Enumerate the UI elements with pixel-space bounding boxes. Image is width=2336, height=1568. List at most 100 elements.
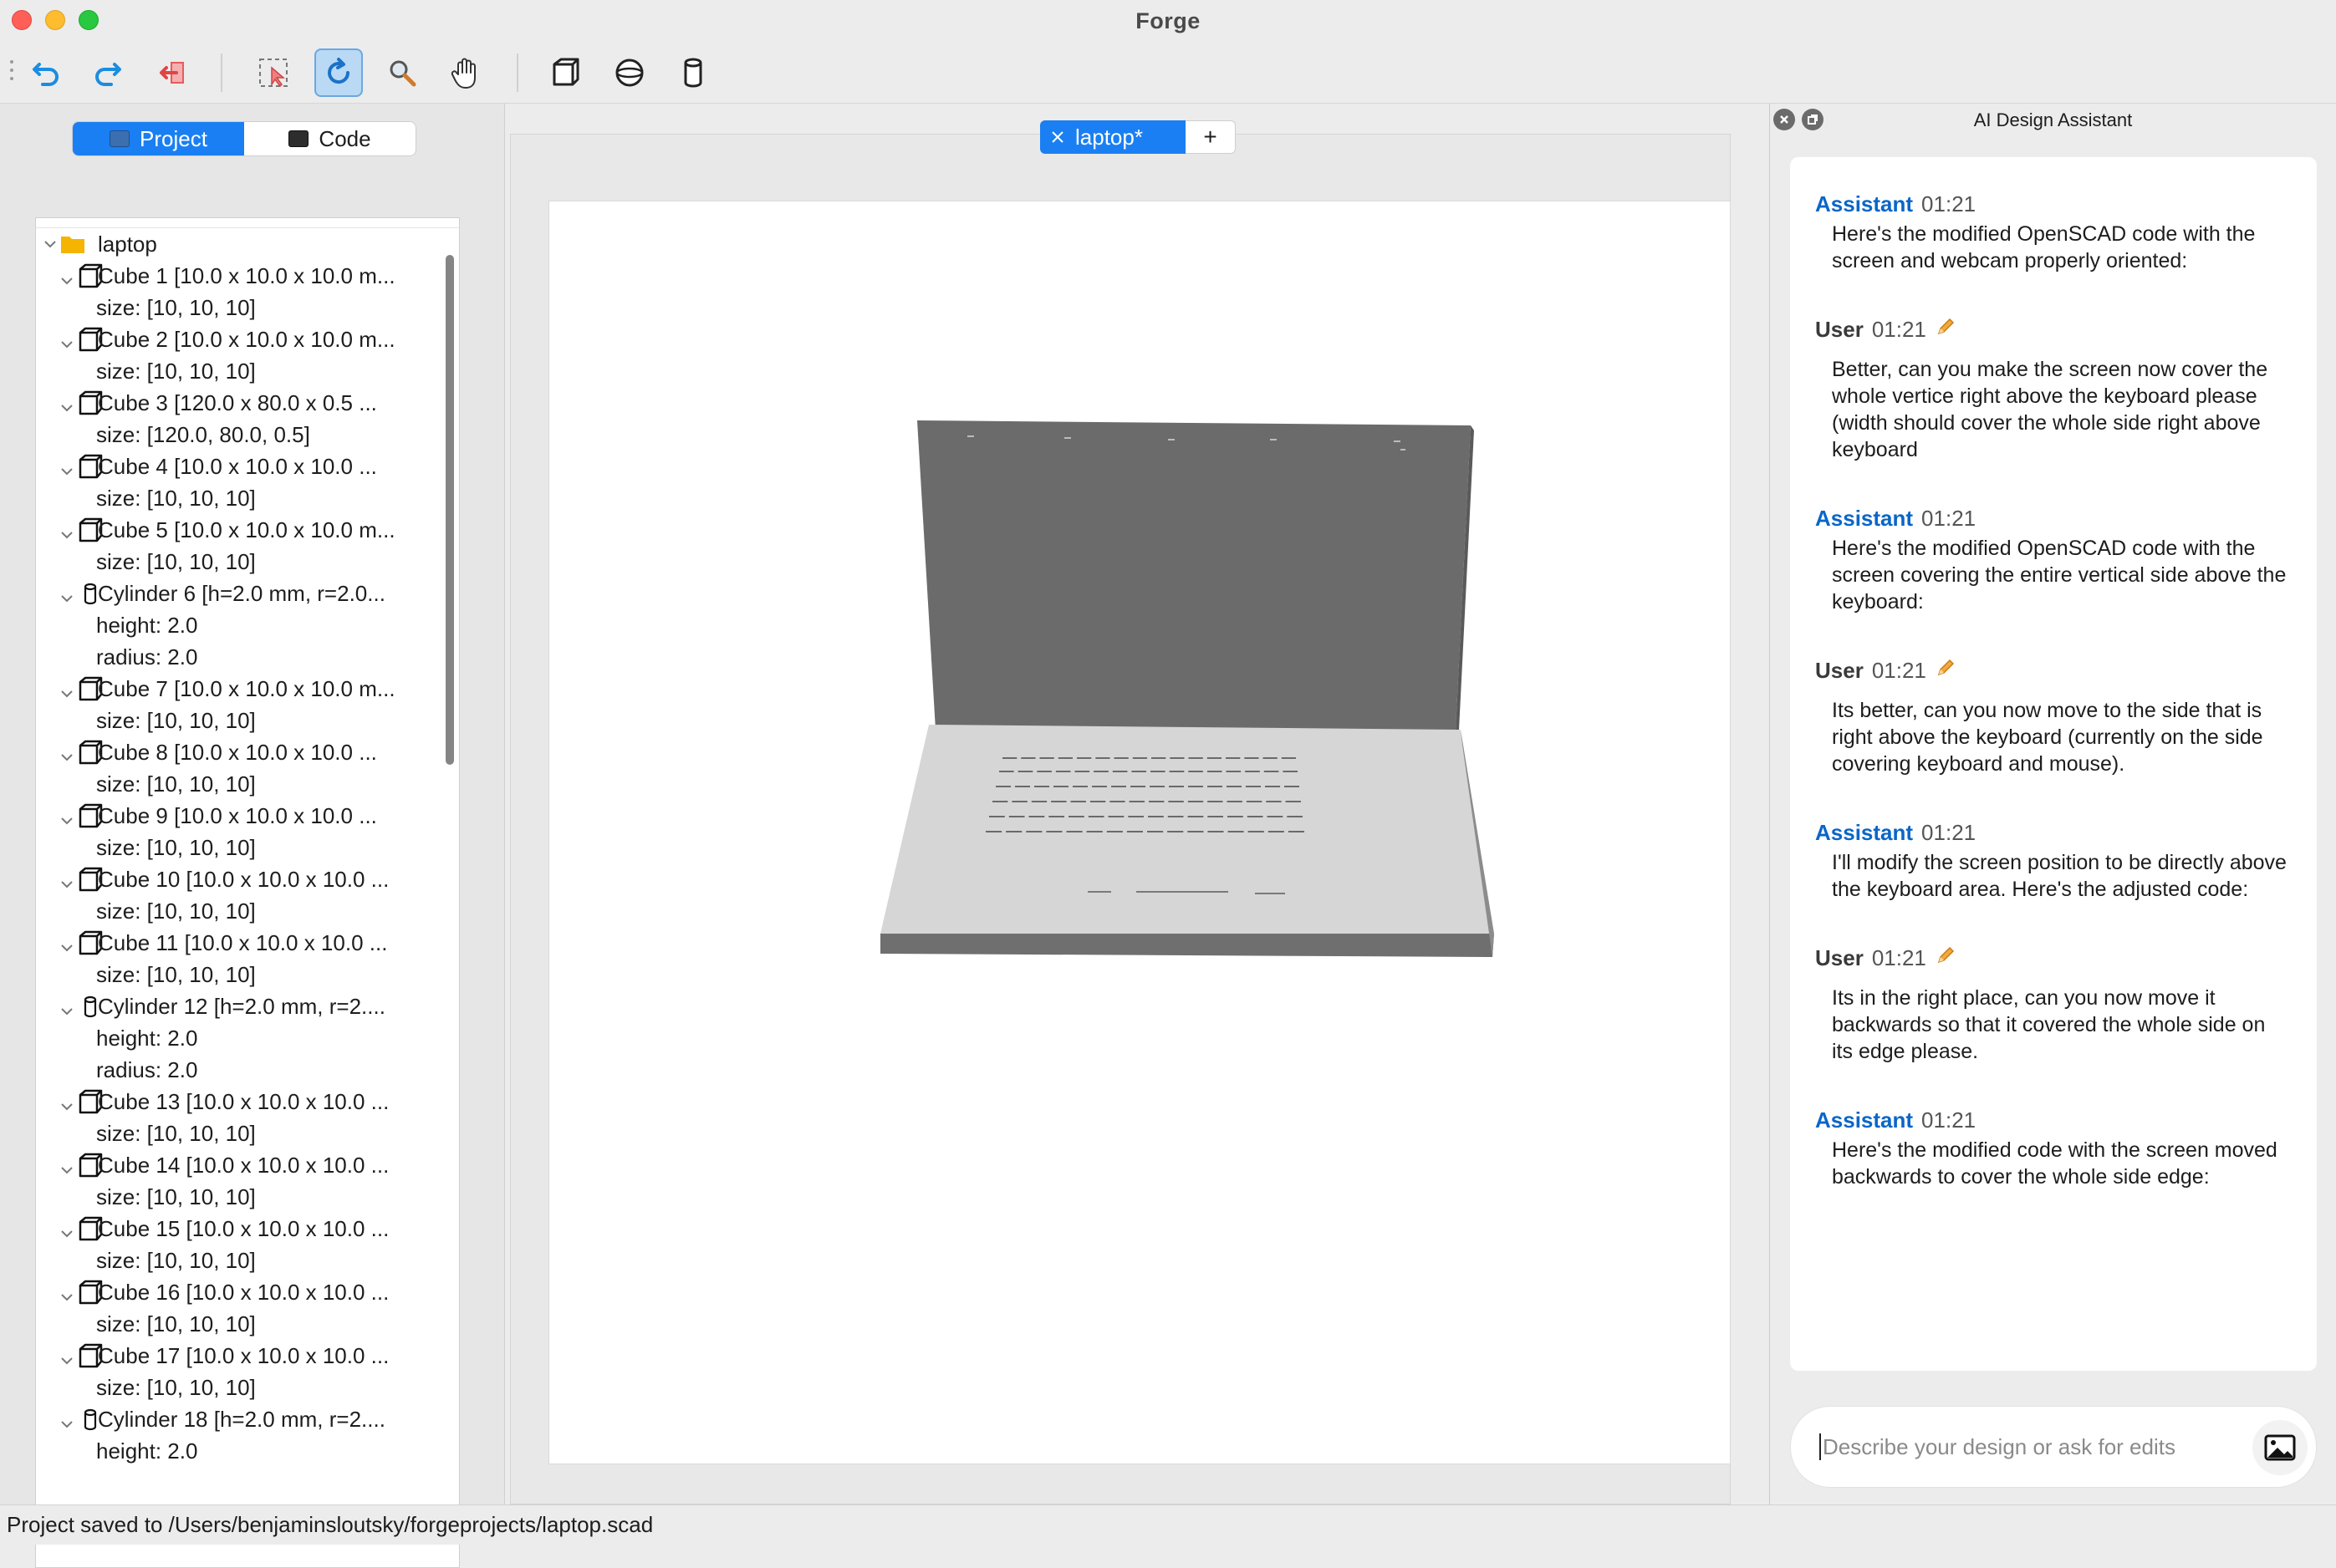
tab-code-label: Code bbox=[319, 125, 371, 151]
user-message: User 01:21 Its in the right place, can you… bbox=[1815, 944, 2292, 1065]
chevron-down-icon[interactable] bbox=[59, 586, 74, 603]
sphere-view-icon bbox=[615, 59, 644, 87]
tree-item-property: size: [120.0, 80.0, 0.5] bbox=[96, 422, 310, 447]
title-bar: Forge bbox=[0, 0, 2336, 42]
edit-pencil-icon[interactable] bbox=[1935, 944, 1956, 972]
chevron-down-icon[interactable] bbox=[59, 459, 74, 476]
pan-button[interactable] bbox=[441, 48, 490, 97]
cube-view-button[interactable] bbox=[542, 48, 590, 97]
float-panel-button[interactable] bbox=[1802, 109, 1823, 130]
tree-item-label: Cube 16 [10.0 x 10.0 x 10.0 ... bbox=[98, 1279, 390, 1305]
add-tab-button[interactable]: + bbox=[1186, 120, 1236, 154]
attach-image-button[interactable] bbox=[2252, 1420, 2308, 1475]
chevron-down-icon[interactable] bbox=[59, 1221, 74, 1238]
tree-item-cube[interactable]: Cube 10 [10.0 x 10.0 x 10.0 ... bbox=[36, 863, 449, 895]
chevron-down-icon[interactable] bbox=[59, 268, 74, 285]
tree-item-property: radius: 2.0 bbox=[96, 1057, 198, 1082]
assistant-header: AI Design Assistant bbox=[1770, 104, 2336, 137]
chevron-down-icon[interactable] bbox=[59, 1412, 74, 1428]
chat-input[interactable]: Describe your design or ask for edits bbox=[1790, 1406, 2317, 1488]
status-bar: Project saved to /Users/benjaminsloutsky… bbox=[0, 1504, 2336, 1545]
chevron-down-icon[interactable] bbox=[59, 999, 74, 1016]
tree-item-cube[interactable]: Cube 17 [10.0 x 10.0 x 10.0 ... bbox=[36, 1340, 449, 1372]
chevron-down-icon[interactable] bbox=[59, 522, 74, 539]
tree-item-property: size: [10, 10, 10] bbox=[96, 835, 256, 860]
tree-item-cube[interactable]: Cube 15 [10.0 x 10.0 x 10.0 ... bbox=[36, 1213, 449, 1245]
tree-item-label: Cube 11 [10.0 x 10.0 x 10.0 ... bbox=[98, 929, 388, 955]
undo-button[interactable] bbox=[22, 48, 70, 97]
minimize-window-button[interactable] bbox=[45, 10, 65, 30]
tree-item-label: Cube 8 [10.0 x 10.0 x 10.0 ... bbox=[98, 739, 377, 765]
pan-hand-icon bbox=[451, 58, 476, 89]
chevron-down-icon[interactable] bbox=[59, 1158, 74, 1174]
tree-item-cylinder[interactable]: Cylinder 12 [h=2.0 mm, r=2.... bbox=[36, 990, 449, 1022]
chat-history[interactable]: Assistant 01:21 Here's the modified OpenSC… bbox=[1790, 157, 2317, 1371]
tab-project[interactable]: Project bbox=[73, 122, 244, 155]
tree-item-cube[interactable]: Cube 4 [10.0 x 10.0 x 10.0 ... bbox=[36, 451, 449, 482]
tree-item-label: Cube 10 [10.0 x 10.0 x 10.0 ... bbox=[98, 866, 390, 892]
message-text: Here's the modified OpenSCAD code with t… bbox=[1832, 222, 2256, 272]
toolbar-grip-icon[interactable] bbox=[10, 60, 15, 87]
tab-project-label: Project bbox=[140, 125, 207, 151]
tree-root-laptop[interactable]: laptop bbox=[36, 228, 449, 260]
edit-pencil-icon[interactable] bbox=[1935, 657, 1956, 685]
redo-button[interactable] bbox=[84, 48, 132, 97]
close-window-button[interactable] bbox=[12, 10, 32, 30]
project-tree[interactable]: laptop Cube 1 [10.0 x 10.0 x 10.0 m... si… bbox=[35, 217, 460, 1568]
chevron-down-icon[interactable] bbox=[59, 1348, 74, 1365]
sphere-view-button[interactable] bbox=[605, 48, 654, 97]
chevron-down-icon[interactable] bbox=[59, 681, 74, 698]
message-header: User 01:21 bbox=[1815, 944, 2292, 971]
tree-item-cube[interactable]: Cube 3 [120.0 x 80.0 x 0.5 ... bbox=[36, 387, 449, 419]
zoom-button[interactable] bbox=[378, 48, 426, 97]
chevron-down-icon[interactable] bbox=[59, 332, 74, 349]
chevron-down-icon[interactable] bbox=[59, 872, 74, 888]
message-header: User 01:21 bbox=[1815, 657, 2292, 684]
tab-code[interactable]: Code bbox=[244, 122, 416, 155]
laptop-3d-model[interactable] bbox=[549, 201, 1732, 1465]
maximize-window-button[interactable] bbox=[79, 10, 99, 30]
tree-item-cube[interactable]: Cube 1 [10.0 x 10.0 x 10.0 m... bbox=[36, 260, 449, 292]
tree-item-cube[interactable]: Cube 5 [10.0 x 10.0 x 10.0 m... bbox=[36, 514, 449, 546]
tree-item-cube[interactable]: Cube 8 [10.0 x 10.0 x 10.0 ... bbox=[36, 736, 449, 768]
rotate-button[interactable] bbox=[314, 48, 363, 97]
chevron-down-icon[interactable] bbox=[59, 808, 74, 825]
exit-button[interactable] bbox=[149, 48, 197, 97]
chevron-down-icon[interactable] bbox=[59, 745, 74, 761]
tree-item-label: Cube 2 [10.0 x 10.0 x 10.0 m... bbox=[98, 326, 395, 352]
cylinder-view-button[interactable] bbox=[669, 48, 717, 97]
status-text: Project saved to /Users/benjaminsloutsky… bbox=[7, 1512, 654, 1537]
message-text: Its in the right place, can you now move… bbox=[1832, 986, 2266, 1063]
chevron-down-icon[interactable] bbox=[59, 1094, 74, 1111]
close-icon bbox=[1780, 115, 1788, 124]
document-tab-laptop[interactable]: laptop* bbox=[1040, 120, 1186, 154]
chevron-down-icon[interactable] bbox=[43, 237, 58, 252]
tree-item-cylinder[interactable]: Cylinder 6 [h=2.0 mm, r=2.0... bbox=[36, 578, 449, 609]
user-message: User 01:21 Its better, can you now move to… bbox=[1815, 657, 2292, 777]
tree-item-property: height: 2.0 bbox=[96, 1026, 198, 1051]
message-time: 01:21 bbox=[1921, 505, 1976, 531]
tree-item-cube[interactable]: Cube 16 [10.0 x 10.0 x 10.0 ... bbox=[36, 1276, 449, 1308]
rotate-icon bbox=[328, 58, 350, 84]
chevron-down-icon[interactable] bbox=[59, 935, 74, 952]
close-tab-icon[interactable] bbox=[1050, 130, 1065, 145]
select-button[interactable] bbox=[249, 48, 298, 97]
tree-item-cube[interactable]: Cube 9 [10.0 x 10.0 x 10.0 ... bbox=[36, 800, 449, 832]
message-author: Assistant bbox=[1815, 505, 1914, 531]
edit-pencil-icon[interactable] bbox=[1935, 316, 1956, 344]
tree-item-cube[interactable]: Cube 7 [10.0 x 10.0 x 10.0 m... bbox=[36, 673, 449, 705]
project-panel: Project Code laptop Cube 1 [10.0 x 10.0 … bbox=[0, 104, 505, 1568]
close-panel-button[interactable] bbox=[1773, 109, 1795, 130]
chevron-down-icon[interactable] bbox=[59, 1285, 74, 1301]
3d-viewport[interactable] bbox=[548, 201, 1731, 1464]
tree-item-cylinder[interactable]: Cylinder 18 [h=2.0 mm, r=2.... bbox=[36, 1403, 449, 1435]
tree-item-label: Cube 15 [10.0 x 10.0 x 10.0 ... bbox=[98, 1215, 390, 1241]
tree-item-cube[interactable]: Cube 13 [10.0 x 10.0 x 10.0 ... bbox=[36, 1086, 449, 1117]
tree-item-cube[interactable]: Cube 14 [10.0 x 10.0 x 10.0 ... bbox=[36, 1149, 449, 1181]
tree-item-cube[interactable]: Cube 11 [10.0 x 10.0 x 10.0 ... bbox=[36, 927, 449, 959]
panel-tab-switcher: Project Code bbox=[73, 122, 416, 155]
chevron-down-icon[interactable] bbox=[59, 395, 74, 412]
message-time: 01:21 bbox=[1871, 944, 1926, 970]
tree-item-cube[interactable]: Cube 2 [10.0 x 10.0 x 10.0 m... bbox=[36, 323, 449, 355]
undo-icon bbox=[33, 63, 59, 86]
